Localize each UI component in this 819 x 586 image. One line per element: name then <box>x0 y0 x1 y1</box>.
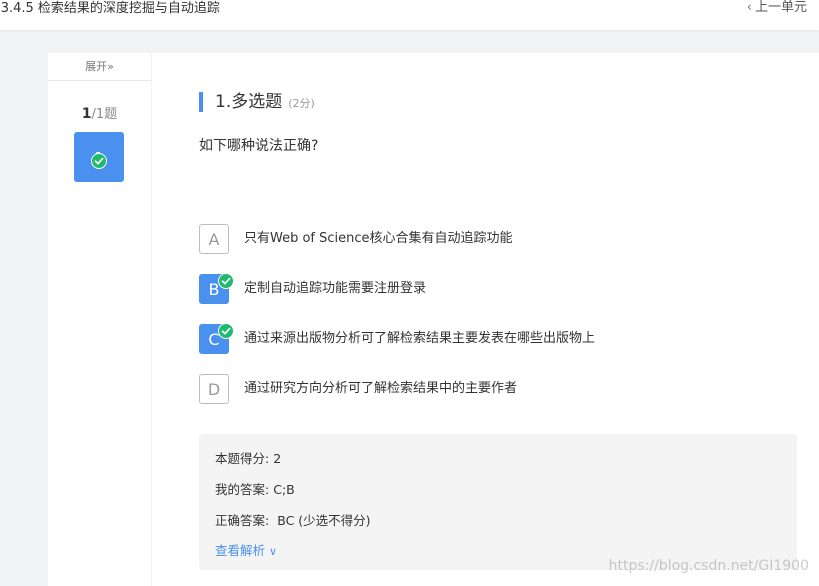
option-text: 通过研究方向分析可了解检索结果中的主要作者 <box>244 381 518 396</box>
question-points: (2分) <box>288 97 315 110</box>
option-c[interactable]: C 通过来源出版物分析可了解检索结果主要发表在哪些出版物上 <box>199 323 759 356</box>
question-nav-item-1[interactable]: 1 <box>74 132 124 182</box>
my-answer-row: 我的答案: C;B <box>215 479 295 498</box>
option-b[interactable]: B 定制自动追踪功能需要注册登录 <box>199 273 759 306</box>
option-letter-selected[interactable]: B <box>199 273 234 304</box>
option-text: 通过来源出版物分析可了解检索结果主要发表在哪些出版物上 <box>244 331 596 346</box>
option-d[interactable]: D 通过研究方向分析可了解检索结果中的主要作者 <box>199 374 759 406</box>
question-counter: 1/1题 <box>48 103 151 122</box>
question-panel: 1.多选题 (2分) 如下哪种说法正确? A 只有Web of Science核心… <box>152 53 819 586</box>
my-answer-value: C;B <box>273 482 295 497</box>
prev-unit-button[interactable]: ‹ 上一单元 <box>747 0 807 16</box>
view-analysis-link[interactable]: 查看解析 ∨ <box>215 540 277 559</box>
chevron-down-icon: ∨ <box>269 545 278 558</box>
top-bar: -3.4.5 检索结果的深度挖掘与自动追踪 ‹ 上一单元 <box>0 0 819 30</box>
score-value: 2 <box>273 451 282 466</box>
correct-answer-row: 正确答案: BC (少选不得分) <box>215 510 371 529</box>
result-box: 本题得分: 2 我的答案: C;B 正确答案: BC (少选不得分) 查看解析 ∨ <box>199 434 797 570</box>
prev-unit-label: 上一单元 <box>754 0 807 15</box>
question-text: 如下哪种说法正确? <box>199 138 319 154</box>
option-a[interactable]: A 只有Web of Science核心合集有自动追踪功能 <box>199 224 759 256</box>
watermark: https://blog.csdn.net/GI1900 <box>608 558 809 574</box>
counter-current: 1 <box>81 106 92 122</box>
option-letter[interactable]: D <box>199 374 229 404</box>
question-heading: 1.多选题 (2分) <box>199 92 315 112</box>
option-letter-selected[interactable]: C <box>199 323 234 354</box>
expand-button[interactable]: 展开» <box>48 53 151 81</box>
option-text: 定制自动追踪功能需要注册登录 <box>244 281 427 296</box>
check-circle-icon <box>218 319 234 348</box>
correct-answer-label: 正确答案: <box>215 513 270 528</box>
option-letter[interactable]: A <box>199 224 229 254</box>
counter-total: /1题 <box>91 107 118 122</box>
score-row: 本题得分: 2 <box>215 448 281 467</box>
option-text: 只有Web of Science核心合集有自动追踪功能 <box>244 231 513 246</box>
check-circle-icon <box>218 269 234 298</box>
chevron-left-icon: ‹ <box>746 0 752 15</box>
question-nav-panel: 展开» 1/1题 1 <box>48 53 151 586</box>
score-label: 本题得分: <box>215 451 270 466</box>
correct-answer-value: BC (少选不得分) <box>277 513 371 528</box>
my-answer-label: 我的答案: <box>215 482 270 497</box>
check-circle-icon <box>91 138 107 190</box>
view-analysis-label: 查看解析 <box>215 543 266 558</box>
question-type-title: 1.多选题 <box>215 92 283 112</box>
course-title: -3.4.5 检索结果的深度挖掘与自动追踪 <box>0 1 220 16</box>
